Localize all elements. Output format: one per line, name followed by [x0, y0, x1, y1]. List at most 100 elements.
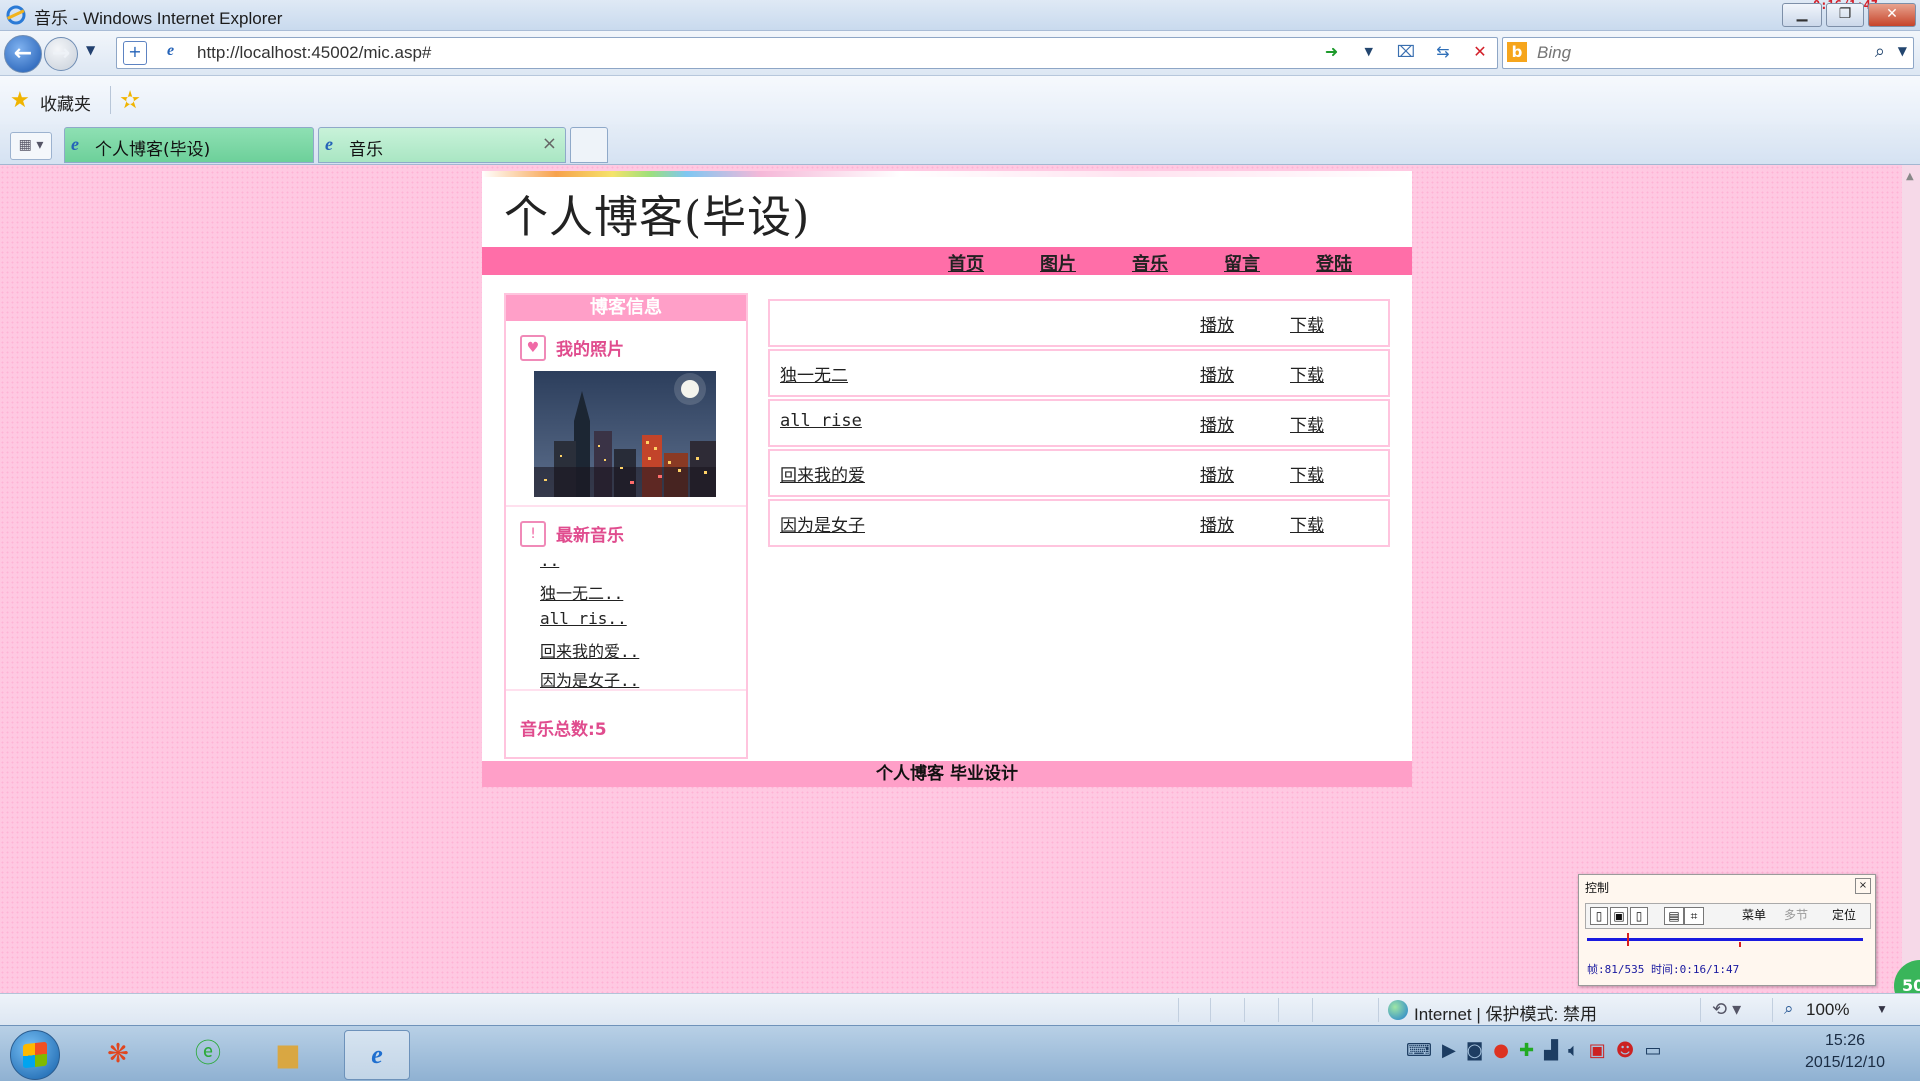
add-favorite-icon[interactable]: ✫: [120, 86, 140, 114]
locate-button[interactable]: 定位: [1826, 907, 1862, 923]
recent-music-item[interactable]: all ris..: [540, 609, 627, 628]
song-name-link[interactable]: 独一无二: [780, 361, 848, 386]
download-link[interactable]: 下载: [1290, 461, 1324, 486]
recent-music-item[interactable]: ..: [540, 551, 559, 570]
scroll-up-icon[interactable]: ▲: [1906, 171, 1914, 182]
download-link[interactable]: 下载: [1290, 311, 1324, 336]
taskbar-clock[interactable]: 15:26 2015/12/10: [1780, 1030, 1910, 1074]
close-window-button[interactable]: ✕: [1868, 3, 1916, 27]
favorites-bar: ★ 收藏夹 ✫: [0, 76, 1920, 124]
volume-icon[interactable]: 🔈︎: [1568, 1040, 1589, 1061]
play-link[interactable]: 播放: [1200, 361, 1234, 386]
compatibility-view-icon[interactable]: ⌧: [1395, 41, 1417, 63]
camera-icon[interactable]: ◙: [1466, 1040, 1493, 1061]
download-link[interactable]: 下载: [1290, 361, 1324, 386]
new-tab-button[interactable]: [570, 127, 608, 163]
taskbar-app-ie[interactable]: e: [344, 1030, 410, 1080]
record-icon[interactable]: ●: [1493, 1040, 1519, 1061]
tab-blog-home[interactable]: e 个人博客(毕设): [64, 127, 314, 163]
close-icon[interactable]: ×: [1855, 878, 1871, 894]
keyboard-icon[interactable]: ⌨: [1406, 1040, 1442, 1061]
divider: [1178, 998, 1179, 1022]
control-toolbar: ▯ ▣ ▯ ▤ ⌗ 菜单 多节 定位: [1585, 903, 1871, 929]
popup-settings-icon[interactable]: ⟲ ▾: [1712, 999, 1741, 1020]
network-icon[interactable]: ▟: [1544, 1040, 1568, 1061]
display-icon[interactable]: ▭: [1645, 1040, 1672, 1061]
go-icon[interactable]: ➜: [1321, 41, 1343, 63]
tab-ie-icon: e: [71, 134, 79, 154]
decorative-strip: [482, 171, 1412, 177]
taskbar-app-browser[interactable]: ⓔ: [176, 1030, 240, 1078]
nav-photos-link[interactable]: 图片: [1040, 250, 1076, 276]
menu-button[interactable]: 菜单: [1736, 907, 1772, 923]
favorites-label[interactable]: 收藏夹: [40, 90, 91, 115]
download-link[interactable]: 下载: [1290, 511, 1324, 536]
zoom-level[interactable]: 100%: [1806, 1000, 1849, 1020]
close-tab-icon[interactable]: ×: [542, 133, 557, 154]
qq-icon[interactable]: ☻: [1616, 1040, 1645, 1061]
progress-thumb[interactable]: [1627, 933, 1629, 946]
security-zone-text[interactable]: Internet | 保护模式: 禁用: [1414, 1000, 1597, 1025]
blog-container: 个人博客(毕设) 首页 图片 音乐 留言 登陆 博客信息 ♥ 我的照片 ! 最新…: [482, 171, 1412, 787]
bing-logo-icon: b: [1507, 42, 1527, 62]
search-input[interactable]: [1535, 41, 1869, 65]
city-night-photo[interactable]: [534, 371, 716, 497]
search-box[interactable]: b ⌕ ▼: [1502, 37, 1914, 69]
frame-prev-icon[interactable]: ▯: [1590, 907, 1608, 925]
nav-home-link[interactable]: 首页: [948, 250, 984, 276]
refresh-icon[interactable]: ⇆: [1432, 41, 1454, 63]
taskbar-app-media-player[interactable]: ❋: [86, 1030, 150, 1078]
song-name-link[interactable]: 回来我的爱: [780, 461, 865, 486]
photo-heading: 我的照片: [556, 340, 624, 360]
plus-icon[interactable]: ✚: [1519, 1040, 1544, 1061]
song-row: all rise 播放 下载: [768, 399, 1390, 447]
start-button[interactable]: [10, 1030, 60, 1080]
song-name-link[interactable]: all rise: [780, 411, 862, 431]
window-capture-icon[interactable]: ▤: [1664, 907, 1684, 925]
frame-stop-icon[interactable]: ▣: [1610, 907, 1628, 925]
download-link[interactable]: 下载: [1290, 411, 1324, 436]
recent-music-item[interactable]: 独一无二..: [540, 580, 623, 604]
nav-music-link[interactable]: 音乐: [1132, 250, 1168, 276]
vertical-scrollbar[interactable]: ▲: [1902, 165, 1920, 993]
recent-music-item[interactable]: 因为是女子..: [540, 667, 639, 691]
tab-label: 音乐: [349, 140, 383, 160]
internet-zone-icon: [1388, 1000, 1408, 1020]
play-icon[interactable]: ▶: [1442, 1040, 1466, 1061]
search-icon[interactable]: ⌕: [1875, 41, 1885, 62]
taskbar-app-explorer[interactable]: ▆: [256, 1030, 320, 1078]
recent-music-item[interactable]: 回来我的爱..: [540, 638, 639, 662]
song-name-link[interactable]: 因为是女子: [780, 511, 865, 536]
security-icon[interactable]: ▣: [1589, 1040, 1616, 1061]
divider: [110, 86, 111, 114]
stop-icon[interactable]: ✕: [1469, 41, 1491, 63]
play-link[interactable]: 播放: [1200, 511, 1234, 536]
url-text[interactable]: http://localhost:45002/mic.asp#: [197, 43, 431, 63]
quick-tabs-button[interactable]: ▦ ▾: [10, 132, 52, 160]
divider: [1278, 998, 1279, 1022]
address-toolbar: ← → ▼ + e http://localhost:45002/mic.asp…: [0, 31, 1920, 76]
maximize-button[interactable]: ❐: [1826, 3, 1864, 27]
tab-music[interactable]: e 音乐 ×: [318, 127, 566, 163]
play-link[interactable]: 播放: [1200, 461, 1234, 486]
multi-section-button[interactable]: 多节: [1778, 907, 1814, 923]
back-button[interactable]: ←: [4, 35, 42, 73]
region-capture-icon[interactable]: ⌗: [1684, 907, 1704, 925]
search-dropdown-icon[interactable]: ▼: [1898, 44, 1907, 58]
address-field[interactable]: + e http://localhost:45002/mic.asp# ➜ ▼ …: [116, 37, 1498, 69]
address-dropdown-icon[interactable]: ▼: [1358, 41, 1380, 63]
frame-next-icon[interactable]: ▯: [1630, 907, 1648, 925]
nav-messages-link[interactable]: 留言: [1224, 250, 1260, 276]
nav-login-link[interactable]: 登陆: [1316, 250, 1352, 276]
minimize-button[interactable]: ▁: [1782, 3, 1822, 27]
zoom-dropdown-icon[interactable]: ▼: [1876, 1002, 1888, 1016]
play-link[interactable]: 播放: [1200, 411, 1234, 436]
history-dropdown-icon[interactable]: ▼: [86, 43, 95, 57]
play-link[interactable]: 播放: [1200, 311, 1234, 336]
heart-icon: ♥: [520, 335, 546, 361]
forward-button[interactable]: →: [44, 37, 78, 71]
zoom-icon[interactable]: ⌕: [1784, 999, 1794, 1019]
favorites-star-icon[interactable]: ★: [10, 88, 30, 113]
divider: [1312, 998, 1313, 1022]
add-site-icon[interactable]: +: [123, 41, 147, 65]
